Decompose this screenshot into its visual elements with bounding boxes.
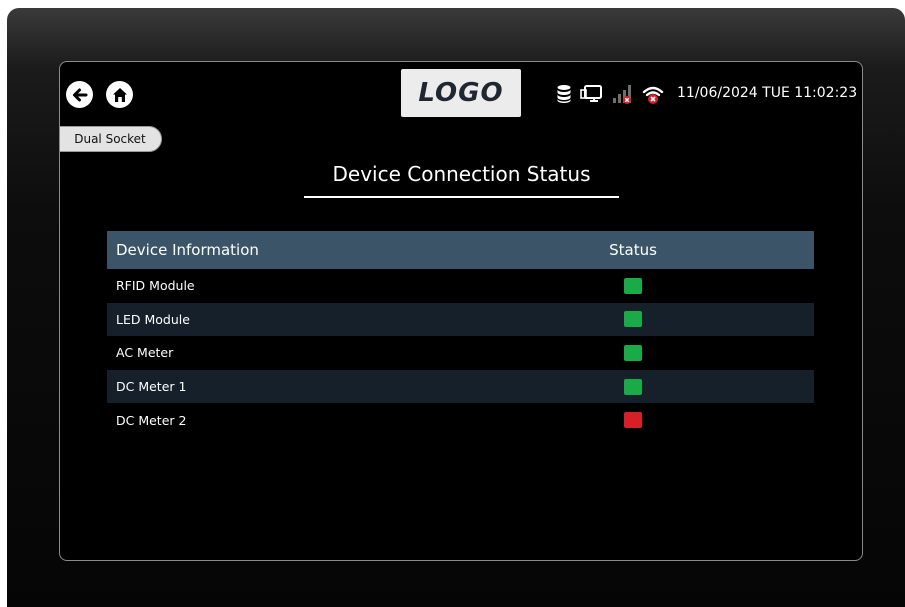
device-name: RFID Module [116, 278, 195, 294]
home-icon [112, 87, 127, 102]
status-indicator [624, 412, 642, 429]
table-row: LED Module [107, 302, 814, 337]
device-name: LED Module [116, 311, 190, 327]
column-header-status: Status [609, 241, 657, 259]
status-indicator [624, 378, 642, 395]
cellular-signal-disconnected-icon [612, 83, 634, 105]
device-name: AC Meter [116, 345, 174, 361]
home-button[interactable] [106, 81, 133, 108]
page-title: Device Connection Status [332, 162, 591, 186]
table-row: DC Meter 2 [107, 403, 814, 437]
device-name: DC Meter 1 [116, 379, 187, 395]
table-header: Device Information Status [107, 231, 814, 269]
device-name: DC Meter 2 [116, 412, 187, 428]
network-monitor-icon [580, 84, 604, 104]
wifi-disconnected-icon [642, 83, 664, 105]
table-row: DC Meter 1 [107, 369, 814, 404]
datetime: 11/06/2024 TUE 11:02:23 [677, 85, 858, 101]
status-icons [556, 82, 672, 106]
back-button[interactable] [66, 81, 93, 108]
status-indicator [624, 311, 642, 328]
status-indicator [624, 344, 642, 361]
dual-socket-tab[interactable]: Dual Socket [60, 126, 162, 152]
column-header-device-information: Device Information [116, 241, 259, 259]
status-indicator [624, 277, 642, 294]
arrow-left-icon [72, 88, 87, 101]
title-underline [304, 196, 619, 198]
table-row: RFID Module [107, 269, 814, 303]
database-icon [556, 84, 572, 104]
screen: LOGO 11/06/2024 TUE 11:02:23 Dual Socket… [59, 61, 863, 561]
logo: LOGO [401, 69, 521, 117]
device-status-table: Device Information Status RFID Module LE… [107, 231, 814, 437]
table-row: AC Meter [107, 336, 814, 370]
